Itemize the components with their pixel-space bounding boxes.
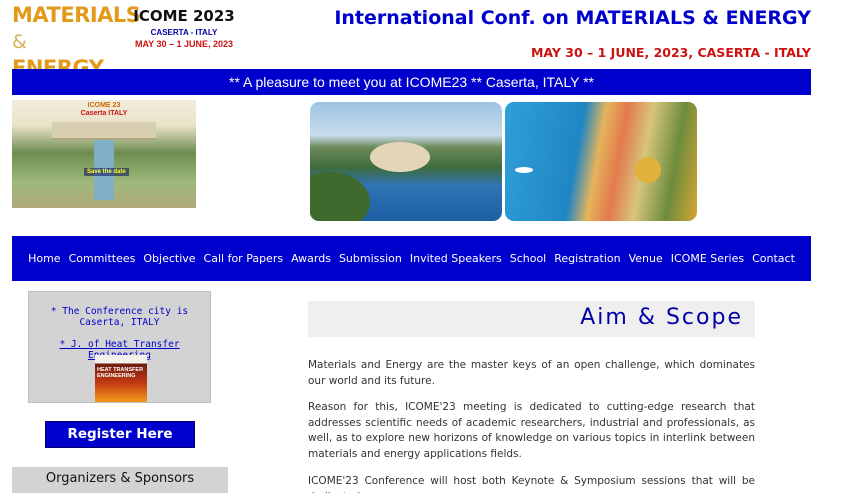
poster-save-date-tag: Save the date [84, 168, 129, 176]
nav-call-for-papers[interactable]: Call for Papers [200, 252, 288, 265]
photo-town-shape [370, 142, 430, 172]
nav-submission[interactable]: Submission [335, 252, 406, 265]
poster-palace-shape [52, 122, 156, 140]
poster-subtitle: Caserta ITALY [80, 110, 128, 117]
conference-title: International Conf. on MATERIALS & ENERG… [334, 7, 811, 29]
nav-invited-speakers[interactable]: Invited Speakers [406, 252, 506, 265]
poster-title: ICOME 23 [87, 102, 121, 109]
journal-cover-image[interactable]: HEAT TRANSFER ENGINEERING [95, 355, 147, 402]
welcome-banner: ** A pleasure to meet you at ICOME23 ** … [12, 69, 811, 95]
sidebar-notice-box: * The Conference city is Caserta, ITALY … [28, 291, 211, 403]
logo-ampersand: & [12, 31, 27, 53]
page-title: Aim & Scope [580, 305, 743, 330]
brand-block: ICOME 2023 CASERTA - ITALY MAY 30 – 1 JU… [128, 6, 240, 50]
positano-photo [505, 102, 697, 221]
city-notice: * The Conference city is Caserta, ITALY [50, 306, 189, 328]
nav-committees[interactable]: Committees [65, 252, 140, 265]
nav-school[interactable]: School [506, 252, 551, 265]
register-button[interactable]: Register Here [45, 421, 195, 448]
aim-scope-header: Aim & Scope [308, 301, 755, 337]
amalfi-coast-photo [310, 102, 502, 221]
brand-dates: MAY 30 – 1 JUNE, 2023 [134, 39, 234, 49]
brand-place: CASERTA - ITALY [150, 28, 218, 37]
journal-cover-title: HEAT TRANSFER ENGINEERING [97, 367, 144, 379]
photo-dome-shape [635, 157, 661, 183]
sessions-paragraph: ICOME'23 Conference will host both Keyno… [308, 475, 755, 493]
sponsors-heading: Organizers & Sponsors [12, 467, 228, 493]
photo-boat-shape [515, 167, 533, 173]
poster-sponsor-strip [12, 208, 196, 217]
nav-awards[interactable]: Awards [287, 252, 335, 265]
intro-paragraph: Materials and Energy are the master keys… [308, 359, 755, 387]
logo-line-materials: MATERIALS [12, 3, 141, 27]
nav-icome-series[interactable]: ICOME Series [667, 252, 748, 265]
nav-objective[interactable]: Objective [139, 252, 199, 265]
conference-poster-image: ICOME 23 Caserta ITALY Save the date [12, 100, 196, 217]
nav-venue[interactable]: Venue [625, 252, 667, 265]
photo-foliage-shape [310, 172, 370, 221]
reason-paragraph: Reason for this, ICOME'23 meeting is ded… [308, 401, 755, 460]
conference-dates: MAY 30 – 1 JUNE, 2023, CASERTA - ITALY [530, 45, 811, 60]
brand-title: ICOME 2023 [133, 7, 235, 25]
nav-contact[interactable]: Contact [748, 252, 799, 265]
nav-registration[interactable]: Registration [550, 252, 624, 265]
nav-home[interactable]: Home [24, 252, 64, 265]
main-navigation: Home Committees Objective Call for Paper… [12, 236, 811, 281]
